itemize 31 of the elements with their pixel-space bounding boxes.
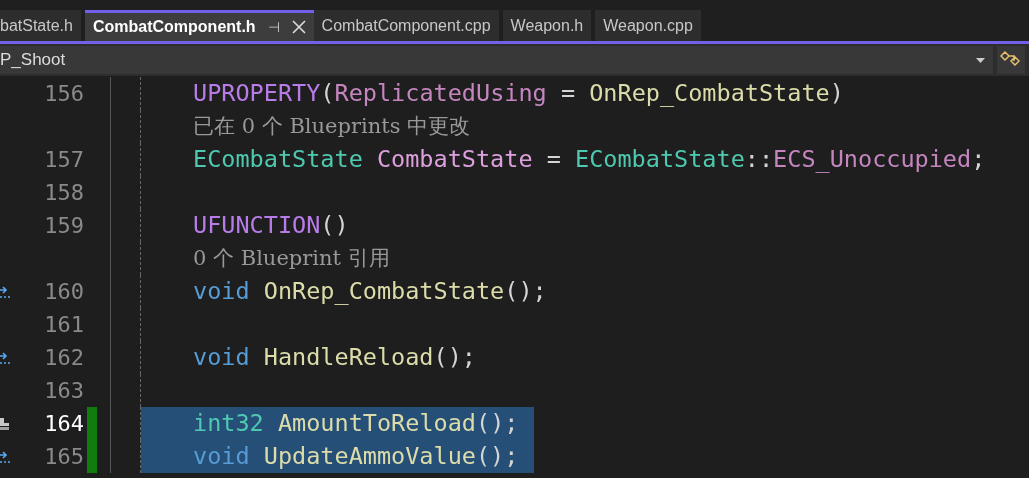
line-number: 164 [44, 410, 84, 438]
file-tab[interactable]: CombatComponent.cpp [313, 10, 499, 41]
line-number: 161 [44, 311, 84, 339]
line-number: 158 [44, 179, 84, 207]
code-line: void OnRep_CombatState(); [192, 275, 548, 307]
caret-icon [976, 57, 985, 63]
line-number: 160 [44, 278, 84, 306]
member-dropdown[interactable]: P_Shoot [0, 46, 993, 74]
codelens-hint[interactable]: 已在 0 个 Blueprints 中更改 [193, 110, 471, 143]
line-number: 159 [44, 212, 84, 240]
brush-icon[interactable] [0, 416, 10, 431]
line-number: 156 [44, 80, 84, 108]
codelens-hint[interactable]: 0 个 Blueprint 引用 [193, 242, 390, 275]
file-tab[interactable]: CombatComponent.h ⊣ [84, 10, 314, 41]
code-line: UPROPERTY(ReplicatedUsing = OnRep_CombatState) [192, 77, 845, 109]
go-to-icon[interactable] [0, 449, 10, 464]
line-number: 162 [44, 344, 84, 372]
close-icon[interactable] [291, 20, 306, 34]
code-line: ECombatState CombatState = ECombatState::ECS_Unoccupied; [192, 143, 987, 175]
line-number: 163 [44, 377, 84, 405]
file-tab[interactable]: Weapon.cpp [595, 10, 701, 41]
go-to-icon[interactable] [0, 284, 10, 299]
go-to-icon[interactable] [0, 350, 10, 365]
pin-icon[interactable]: ⊣ [267, 16, 280, 38]
file-tab[interactable]: batState.h [0, 10, 81, 41]
split-button[interactable] [997, 46, 1025, 74]
line-number: 157 [44, 146, 84, 174]
code-line: UFUNCTION() [192, 209, 350, 241]
line-number: 165 [44, 443, 84, 471]
file-tab[interactable]: Weapon.h [502, 10, 592, 41]
code-line: void HandleReload(); [192, 341, 477, 373]
